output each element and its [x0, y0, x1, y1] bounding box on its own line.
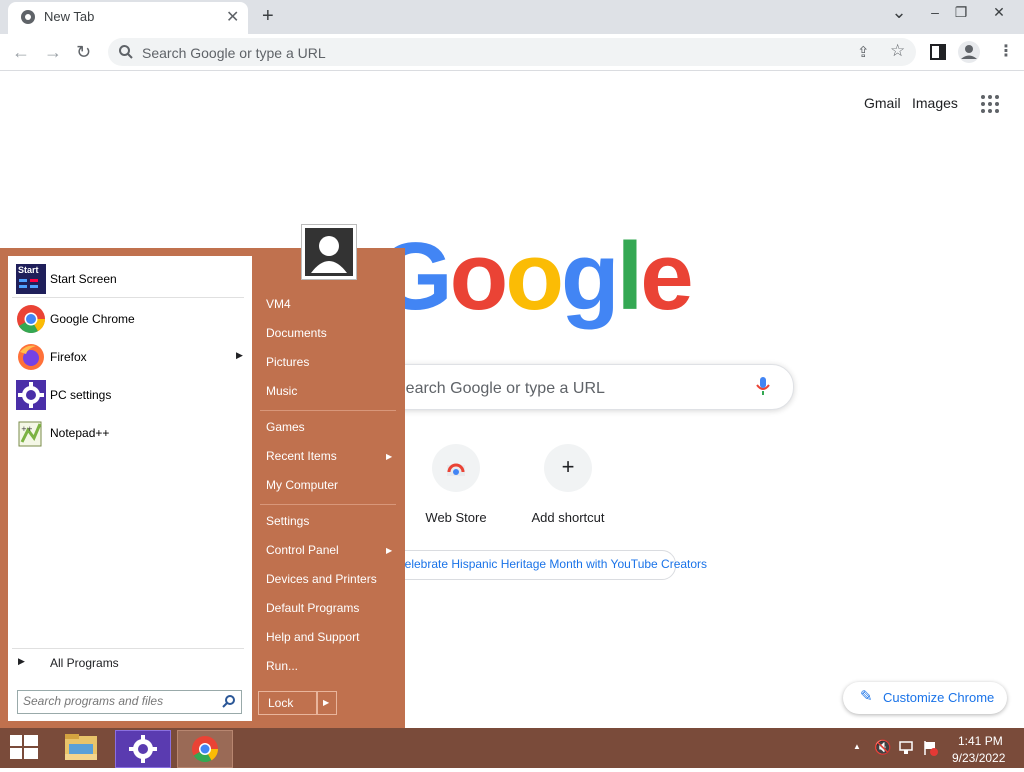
- action-center-flag-icon[interactable]: [922, 740, 938, 756]
- gear-icon: [16, 380, 46, 410]
- forward-arrow-icon[interactable]: →: [44, 42, 62, 63]
- divider: [260, 504, 396, 505]
- tab-title: New Tab: [44, 9, 95, 24]
- start-item-label: Start Screen: [50, 272, 117, 286]
- shortcut-label: Add shortcut: [531, 510, 605, 525]
- back-arrow-icon[interactable]: ←: [12, 42, 30, 63]
- folder-icon: [65, 734, 97, 760]
- user-avatar-icon: [305, 228, 353, 276]
- start-item-firefox[interactable]: Firefox ▶: [16, 340, 246, 374]
- shutdown-options-arrow[interactable]: ▶: [316, 691, 337, 715]
- new-tab-button[interactable]: +: [262, 5, 274, 28]
- taskbar-file-explorer[interactable]: [54, 730, 108, 766]
- chrome-icon: [17, 305, 45, 333]
- webstore-icon: [447, 463, 465, 476]
- firefox-icon: [18, 344, 44, 370]
- gmail-link[interactable]: Gmail: [864, 95, 901, 111]
- start-link-music[interactable]: Music: [266, 384, 297, 398]
- start-search-placeholder: Search programs and files: [23, 694, 164, 708]
- profile-avatar-icon[interactable]: [958, 41, 980, 63]
- start-item-label: Notepad++: [50, 426, 110, 440]
- reload-icon[interactable]: ↻: [76, 42, 91, 63]
- start-link-help-and-support[interactable]: Help and Support: [266, 630, 359, 644]
- microphone-icon[interactable]: [756, 376, 770, 396]
- start-link-vm4[interactable]: VM4: [266, 297, 291, 311]
- lock-button[interactable]: Lock: [258, 691, 318, 715]
- logo-letter: e: [640, 223, 693, 330]
- logo-letter: l: [616, 223, 644, 330]
- customize-chrome-label: Customize Chrome: [883, 690, 995, 705]
- taskbar-google-chrome[interactable]: [177, 730, 233, 768]
- start-item-notepad-plus-plus[interactable]: ++ Notepad++: [16, 416, 246, 450]
- start-link-recent-items[interactable]: Recent Items: [266, 449, 337, 463]
- google-logo: Google: [378, 222, 694, 332]
- add-shortcut-tile: +: [544, 444, 592, 492]
- logo-letter: g: [560, 223, 620, 330]
- start-item-google-chrome[interactable]: Google Chrome: [16, 302, 246, 336]
- windows-start-icon[interactable]: [10, 735, 38, 761]
- start-link-pictures[interactable]: Pictures: [266, 355, 309, 369]
- side-panel-icon[interactable]: [930, 44, 946, 60]
- promo-text[interactable]: Celebrate Hispanic Heritage Month with Y…: [396, 557, 707, 571]
- shortcut-label: Web Store: [425, 510, 487, 525]
- start-screen-icon: Start: [16, 264, 46, 294]
- start-item-label: Google Chrome: [50, 312, 135, 326]
- start-screen-icon-text: Start: [18, 265, 39, 275]
- all-programs-arrow-icon: ▶: [18, 656, 25, 666]
- pencil-icon: ✎: [860, 688, 873, 705]
- user-account-picture[interactable]: [301, 224, 357, 280]
- divider: [12, 648, 244, 649]
- svg-text:++: ++: [21, 425, 33, 433]
- taskbar-pc-settings[interactable]: [115, 730, 171, 768]
- chrome-tab-icon: [21, 10, 35, 24]
- lock-label: Lock: [268, 696, 294, 710]
- all-programs-link[interactable]: All Programs: [50, 656, 119, 670]
- omnibox-placeholder: Search Google or type a URL: [142, 45, 326, 61]
- tab-search-chevron-icon[interactable]: ⌄: [884, 2, 914, 23]
- volume-muted-icon[interactable]: 🔇: [874, 739, 891, 756]
- search-placeholder: Search Google or type a URL: [395, 380, 605, 397]
- submenu-arrow-icon: ▶: [386, 546, 393, 555]
- plus-icon: +: [561, 454, 575, 479]
- submenu-arrow-icon: ▶: [236, 350, 243, 360]
- clock-date[interactable]: 9/23/2022: [952, 751, 1005, 765]
- gear-icon: [129, 735, 157, 763]
- start-item-start-screen[interactable]: Start Start Screen: [16, 262, 246, 296]
- start-item-label: PC settings: [50, 388, 112, 402]
- start-link-control-panel[interactable]: Control Panel: [266, 543, 339, 557]
- web-store-tile: [432, 444, 480, 492]
- submenu-arrow-icon: ▶: [386, 452, 393, 461]
- start-link-devices-and-printers[interactable]: Devices and Printers: [266, 572, 377, 586]
- notepad-icon: ++: [18, 421, 42, 447]
- shortcut-add[interactable]: + Add shortcut: [512, 444, 624, 525]
- search-icon: [119, 45, 133, 59]
- start-item-label: Firefox: [50, 350, 87, 364]
- start-link-documents[interactable]: Documents: [266, 326, 327, 340]
- tray-show-hidden-icon[interactable]: ▲: [853, 742, 861, 751]
- shortcut-web-store[interactable]: Web Store: [400, 444, 512, 525]
- search-icon: [222, 695, 235, 708]
- images-link[interactable]: Images: [912, 95, 958, 111]
- logo-letter: o: [449, 223, 509, 330]
- apps-grid-icon[interactable]: [980, 94, 1000, 114]
- arrow-right-icon: ▶: [323, 698, 330, 707]
- start-item-pc-settings[interactable]: PC settings: [16, 378, 246, 412]
- start-link-my-computer[interactable]: My Computer: [266, 478, 338, 492]
- close-window-button[interactable]: ✕: [984, 4, 1014, 21]
- start-link-settings[interactable]: Settings: [266, 514, 309, 528]
- bookmark-star-icon[interactable]: ☆: [890, 41, 905, 61]
- restore-button[interactable]: ❐: [946, 4, 976, 21]
- start-link-run[interactable]: Run...: [266, 659, 298, 673]
- share-icon[interactable]: ⇪: [857, 43, 870, 61]
- divider: [12, 297, 244, 298]
- chrome-icon: [192, 736, 219, 763]
- start-link-default-programs[interactable]: Default Programs: [266, 601, 359, 615]
- menu-dots-icon[interactable]: ⋮: [998, 41, 1014, 61]
- divider: [260, 410, 396, 411]
- logo-letter: o: [505, 223, 564, 330]
- start-link-games[interactable]: Games: [266, 420, 305, 434]
- tab-close-icon[interactable]: ✕: [226, 7, 239, 27]
- network-icon[interactable]: [898, 740, 914, 756]
- clock-time[interactable]: 1:41 PM: [958, 734, 1003, 748]
